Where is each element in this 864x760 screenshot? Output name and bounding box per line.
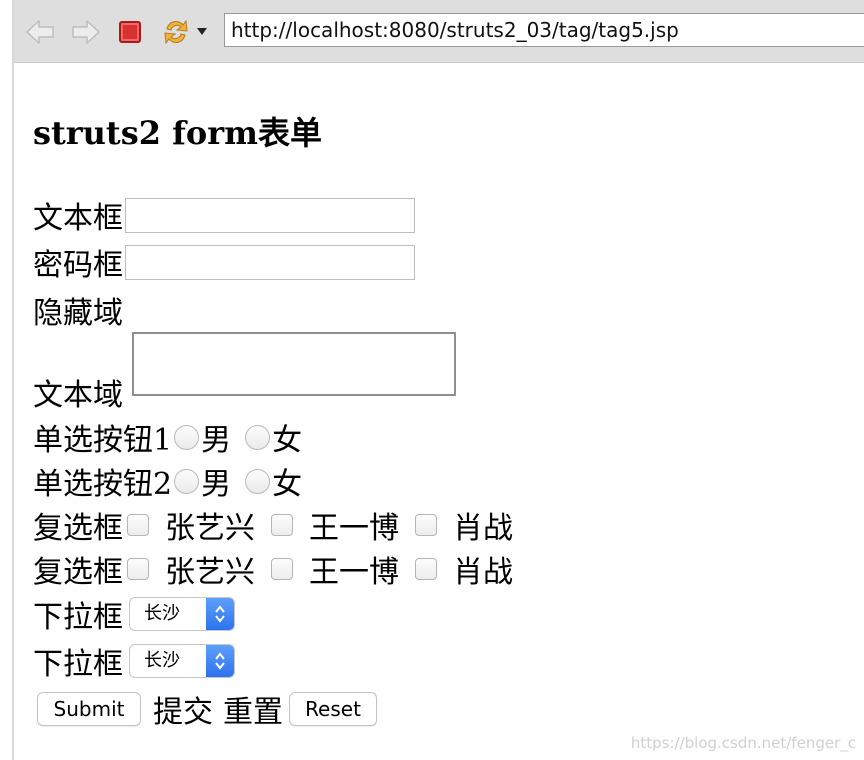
page-content: struts2 form表单 文本框 密码框 隐藏域 文本域 单选按钮1 男 女 bbox=[33, 62, 864, 760]
select-2-label: 下拉框 bbox=[33, 647, 123, 682]
radio-male-1[interactable] bbox=[174, 424, 200, 450]
textarea-row: 文本域 bbox=[33, 370, 123, 414]
radio-group-1-label: 单选按钮1 bbox=[33, 423, 173, 458]
form-actions: Submit 提交 重置 Reset bbox=[33, 687, 377, 731]
radio-group-2-label: 单选按钮2 bbox=[33, 467, 173, 502]
browser-window: http://localhost:8080/struts2_03/tag/tag… bbox=[0, 0, 864, 760]
radio-option-label: 女 bbox=[272, 423, 303, 458]
checkbox-option[interactable] bbox=[415, 514, 437, 536]
radio-option-label: 女 bbox=[272, 467, 303, 502]
text-input[interactable] bbox=[125, 197, 415, 233]
checkbox-group-2: 复选框 张艺兴 王一博 肖战 bbox=[33, 547, 513, 591]
checkbox-group-1: 复选框 张艺兴 王一博 肖战 bbox=[33, 503, 513, 547]
radio-female-2[interactable] bbox=[245, 468, 271, 494]
select-2-value: 长沙 bbox=[144, 650, 180, 671]
password-input[interactable] bbox=[125, 244, 415, 280]
checkbox-group-1-label: 复选框 bbox=[33, 511, 123, 546]
text-field-row: 文本框 bbox=[33, 193, 415, 237]
submit-text-label: 提交 bbox=[153, 695, 213, 730]
checkbox-option-label: 张艺兴 bbox=[165, 555, 255, 590]
reset-text-label: 重置 bbox=[223, 695, 283, 730]
text-field-label: 文本框 bbox=[33, 201, 123, 236]
page-title: struts2 form表单 bbox=[33, 114, 322, 152]
window-edge bbox=[12, 0, 14, 760]
submit-button[interactable]: Submit bbox=[37, 692, 141, 726]
select-1[interactable]: 长沙 bbox=[129, 597, 235, 631]
checkbox-option-label: 肖战 bbox=[453, 555, 513, 590]
radio-female-1[interactable] bbox=[245, 424, 271, 450]
select-stepper-icon bbox=[206, 598, 234, 630]
checkbox-option[interactable] bbox=[415, 558, 437, 580]
select-1-label: 下拉框 bbox=[33, 600, 123, 635]
checkbox-option-label: 王一博 bbox=[309, 511, 399, 546]
stop-icon[interactable] bbox=[114, 14, 146, 50]
textarea-input[interactable] bbox=[132, 332, 456, 396]
reload-icon[interactable] bbox=[160, 14, 192, 50]
checkbox-option-label: 王一博 bbox=[309, 555, 399, 590]
browser-toolbar: http://localhost:8080/struts2_03/tag/tag… bbox=[14, 0, 864, 63]
checkbox-option[interactable] bbox=[271, 514, 293, 536]
select-2[interactable]: 长沙 bbox=[129, 644, 235, 678]
checkbox-option[interactable] bbox=[271, 558, 293, 580]
checkbox-group-2-label: 复选框 bbox=[33, 555, 123, 590]
watermark-text: https://blog.csdn.net/fenger_c bbox=[630, 734, 856, 752]
radio-group-2: 单选按钮2 男 女 bbox=[33, 459, 302, 503]
textarea-label: 文本域 bbox=[33, 378, 123, 413]
checkbox-option[interactable] bbox=[127, 514, 149, 536]
radio-male-2[interactable] bbox=[174, 468, 200, 494]
password-field-label: 密码框 bbox=[33, 248, 123, 283]
hidden-field-row: 隐藏域 bbox=[33, 288, 123, 332]
select-row-2: 下拉框 长沙 bbox=[33, 639, 235, 683]
radio-option-label: 男 bbox=[201, 423, 232, 458]
url-bar[interactable]: http://localhost:8080/struts2_03/tag/tag… bbox=[224, 13, 864, 47]
radio-group-1: 单选按钮1 男 女 bbox=[33, 415, 302, 459]
select-stepper-icon bbox=[206, 645, 234, 677]
back-arrow-icon[interactable] bbox=[24, 14, 56, 50]
select-row-1: 下拉框 长沙 bbox=[33, 592, 235, 636]
hidden-field-label: 隐藏域 bbox=[33, 296, 123, 331]
checkbox-option[interactable] bbox=[127, 558, 149, 580]
select-1-value: 长沙 bbox=[144, 603, 180, 624]
password-field-row: 密码框 bbox=[33, 240, 415, 284]
forward-arrow-icon[interactable] bbox=[70, 14, 102, 50]
checkbox-option-label: 张艺兴 bbox=[165, 511, 255, 546]
radio-option-label: 男 bbox=[201, 467, 232, 502]
dropdown-caret-icon[interactable] bbox=[194, 14, 210, 50]
checkbox-option-label: 肖战 bbox=[453, 511, 513, 546]
reset-button[interactable]: Reset bbox=[289, 692, 377, 726]
